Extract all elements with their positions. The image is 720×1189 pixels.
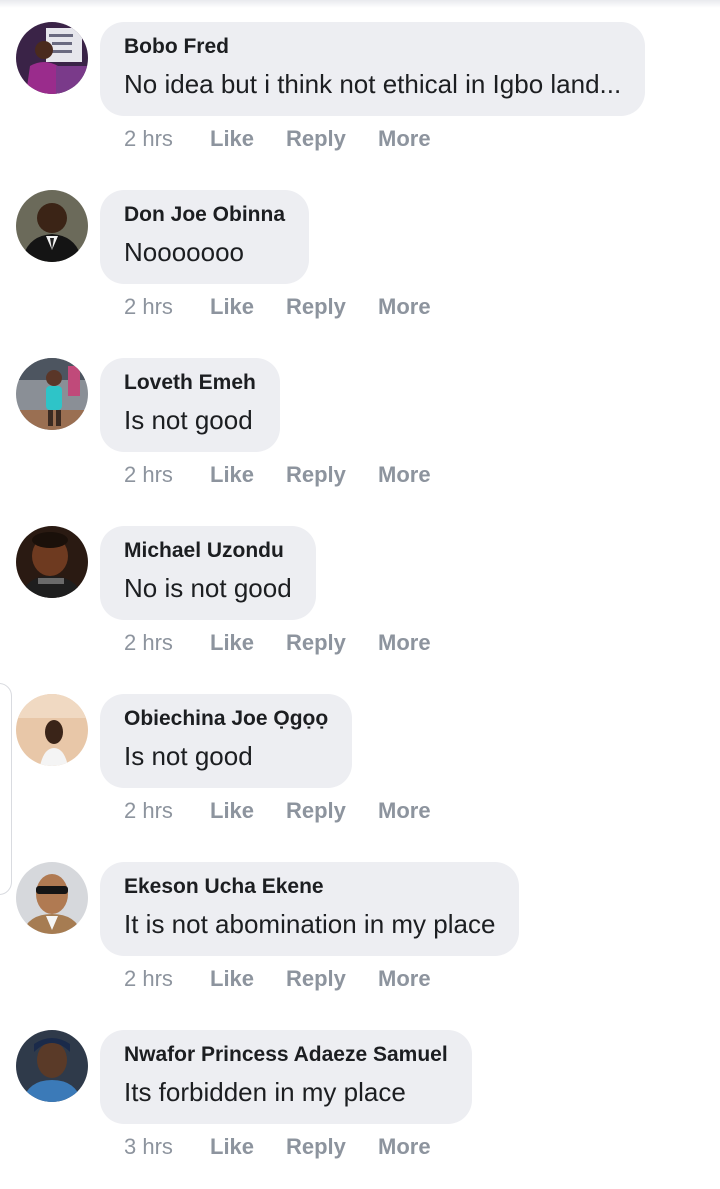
like-button[interactable]: Like bbox=[210, 292, 254, 322]
avatar[interactable] bbox=[16, 862, 88, 934]
like-button[interactable]: Like bbox=[210, 1132, 254, 1162]
comment-text: No idea but i think not ethical in Igbo … bbox=[124, 69, 622, 99]
like-button[interactable]: Like bbox=[210, 124, 254, 154]
avatar[interactable] bbox=[16, 22, 88, 94]
more-button[interactable]: More bbox=[378, 292, 431, 322]
comment-text: Is not good bbox=[124, 405, 253, 435]
comment-text: Is not good bbox=[124, 741, 253, 771]
like-button[interactable]: Like bbox=[210, 628, 254, 658]
avatar[interactable] bbox=[16, 190, 88, 262]
like-button[interactable]: Like bbox=[210, 964, 254, 994]
reply-button[interactable]: Reply bbox=[286, 796, 346, 826]
more-button[interactable]: More bbox=[378, 796, 431, 826]
reply-button[interactable]: Reply bbox=[286, 628, 346, 658]
comment-item: Nwafor Princess Adaeze Samuel Its forbid… bbox=[0, 1030, 720, 1189]
comment-bubble: Don Joe Obinna Nooooooo bbox=[100, 190, 310, 284]
comment-author[interactable]: Don Joe Obinna bbox=[124, 202, 285, 228]
comment-timestamp[interactable]: 2 hrs bbox=[124, 292, 173, 322]
comment-timestamp[interactable]: 3 hrs bbox=[124, 1132, 173, 1162]
comment-author[interactable]: Obiechina Joe Ọgọọ bbox=[124, 706, 328, 732]
comment-bubble: Obiechina Joe Ọgọọ Is not good bbox=[100, 694, 353, 788]
more-button[interactable]: More bbox=[378, 628, 431, 658]
avatar[interactable] bbox=[16, 694, 88, 766]
comment-bubble: Nwafor Princess Adaeze Samuel Its forbid… bbox=[100, 1030, 472, 1124]
comment-item: Michael Uzondu No is not good 2 hrs Like… bbox=[0, 526, 720, 694]
reply-button[interactable]: Reply bbox=[286, 964, 346, 994]
comment-bubble: Loveth Emeh Is not good bbox=[100, 358, 280, 452]
like-button[interactable]: Like bbox=[210, 460, 254, 490]
comment-timestamp[interactable]: 2 hrs bbox=[124, 628, 173, 658]
comment-item: Don Joe Obinna Nooooooo 2 hrs Like Reply… bbox=[0, 190, 720, 358]
comment-item: Bobo Fred No idea but i think not ethica… bbox=[0, 22, 720, 190]
comment-text: It is not abomination in my place bbox=[124, 909, 496, 939]
top-shadow bbox=[0, 0, 720, 8]
comment-timestamp[interactable]: 2 hrs bbox=[124, 796, 173, 826]
comment-item: Ekeson Ucha Ekene It is not abomination … bbox=[0, 862, 720, 1030]
comment-author[interactable]: Loveth Emeh bbox=[124, 370, 256, 396]
comment-author[interactable]: Michael Uzondu bbox=[124, 538, 292, 564]
avatar[interactable] bbox=[16, 358, 88, 430]
reply-button[interactable]: Reply bbox=[286, 292, 346, 322]
comment-author[interactable]: Nwafor Princess Adaeze Samuel bbox=[124, 1042, 448, 1068]
reply-button[interactable]: Reply bbox=[286, 1132, 346, 1162]
comment-bubble: Bobo Fred No idea but i think not ethica… bbox=[100, 22, 646, 116]
comments-page: Bobo Fred No idea but i think not ethica… bbox=[0, 0, 720, 1189]
comment-text: No is not good bbox=[124, 573, 292, 603]
more-button[interactable]: More bbox=[378, 460, 431, 490]
like-button[interactable]: Like bbox=[210, 796, 254, 826]
avatar[interactable] bbox=[16, 1030, 88, 1102]
more-button[interactable]: More bbox=[378, 124, 431, 154]
comment-bubble: Michael Uzondu No is not good bbox=[100, 526, 316, 620]
comment-author[interactable]: Bobo Fred bbox=[124, 34, 621, 60]
comment-bubble: Ekeson Ucha Ekene It is not abomination … bbox=[100, 862, 520, 956]
reply-button[interactable]: Reply bbox=[286, 460, 346, 490]
comment-timestamp[interactable]: 2 hrs bbox=[124, 124, 173, 154]
comment-text: Its forbidden in my place bbox=[124, 1077, 406, 1107]
avatar[interactable] bbox=[16, 526, 88, 598]
comment-text: Nooooooo bbox=[124, 237, 244, 267]
more-button[interactable]: More bbox=[378, 964, 431, 994]
more-button[interactable]: More bbox=[378, 1132, 431, 1162]
reply-button[interactable]: Reply bbox=[286, 124, 346, 154]
comment-timestamp[interactable]: 2 hrs bbox=[124, 460, 173, 490]
comment-item: Loveth Emeh Is not good 2 hrs Like Reply… bbox=[0, 358, 720, 526]
comment-author[interactable]: Ekeson Ucha Ekene bbox=[124, 874, 495, 900]
comment-item: Obiechina Joe Ọgọọ Is not good 2 hrs Lik… bbox=[0, 694, 720, 862]
comment-timestamp[interactable]: 2 hrs bbox=[124, 964, 173, 994]
